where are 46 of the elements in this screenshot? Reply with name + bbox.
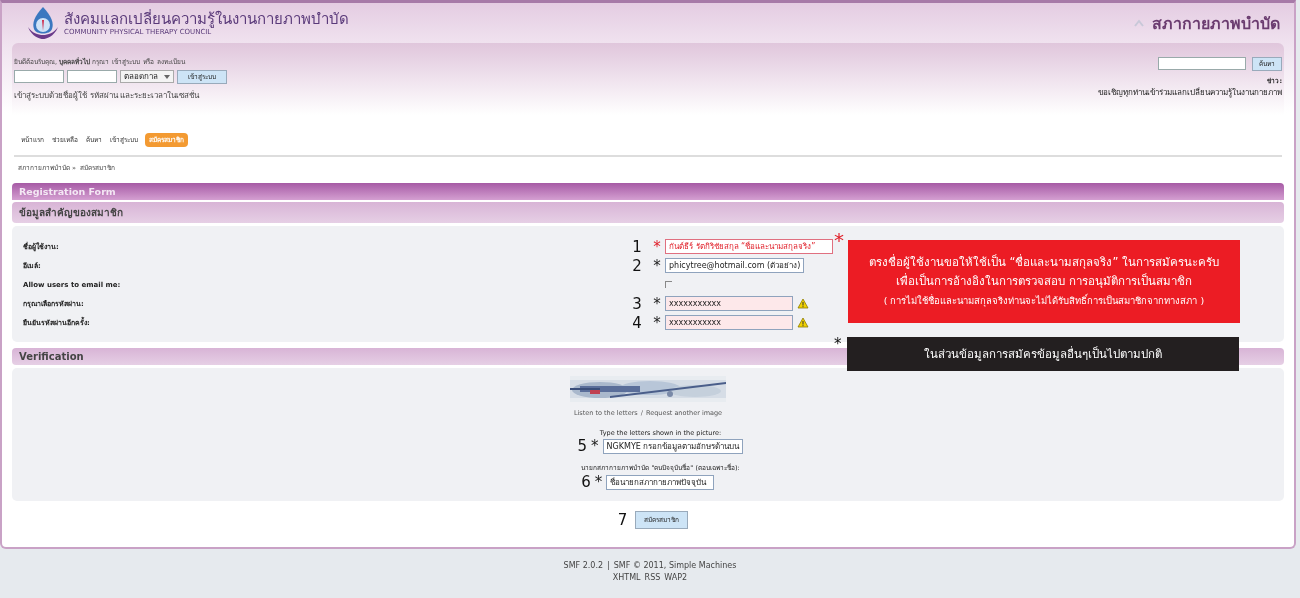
warning-icon xyxy=(797,317,809,328)
search-field[interactable] xyxy=(1158,57,1246,70)
annotation-text: ตรงชื่อผู้ใช้งานขอให้ใช้เป็น “ชื่อและนามสกุลจริง” ในการสมัครนะครับ xyxy=(868,253,1220,271)
session-select[interactable]: ตลอดกาล xyxy=(120,70,174,83)
required-asterisk: * xyxy=(652,313,662,332)
annotation-text: ( การไม่ใช้ชื่อและนามสกุลจริงท่านจะไม่ได้รับสิทธิ์การเป็นสมาชิกจากทางสภา ) xyxy=(883,292,1205,309)
footer-link[interactable]: XHTML xyxy=(612,573,641,582)
input-field[interactable]: ชื่อนายกสภากายภาพปัจจุบัน xyxy=(606,474,715,490)
footer-separator: | xyxy=(607,561,610,570)
annotation-text: ในส่วนข้อมูลการสมัครข้อมูลอื่นๆเป็นไปตามปกติ xyxy=(924,345,1162,363)
checkbox[interactable] xyxy=(665,281,672,288)
forum-title: สภากายภาพบำบัด xyxy=(1152,12,1280,35)
required-asterisk: * xyxy=(652,237,662,256)
site-title: สังคมแลกเปลี่ยนความรู้ในงานกายภาพบำบัด xyxy=(64,10,349,28)
required-asterisk: * xyxy=(594,473,603,491)
input-field[interactable]: xxxxxxxxxxx xyxy=(665,315,793,330)
step-number: 3 xyxy=(631,294,643,313)
step-number: 6 xyxy=(581,473,591,491)
annotation-asterisk: * xyxy=(834,230,844,250)
step-number: 5 xyxy=(577,437,588,455)
section-title-bar: ข้อมูลสำคัญของสมาชิก xyxy=(12,202,1284,223)
step-number: 7 xyxy=(617,511,628,529)
footer-link[interactable]: SMF © 2011, Simple Machines xyxy=(613,561,737,570)
logo-icon xyxy=(26,5,60,41)
footer-link[interactable]: WAP2 xyxy=(664,573,688,582)
input-field[interactable]: NGKMYE กรอกข้อมูลตามอักษรด้านบน xyxy=(602,438,744,454)
footer-link[interactable]: RSS xyxy=(644,573,661,582)
warning-icon xyxy=(797,298,809,309)
input-field[interactable]: กันต์ธีร์ รัตกิริชัยสกุล “ชื่อและนามสกุลจริง” xyxy=(665,239,833,254)
form-title-bar: Registration Form xyxy=(12,183,1284,200)
required-asterisk: * xyxy=(652,294,662,313)
dropdown-icon xyxy=(164,74,170,79)
news-text: ขอเชิญทุกท่านเข้าร่วมแลกเปลี่ยนความรู้ในงานกายภาพ xyxy=(1098,86,1282,99)
required-asterisk: * xyxy=(652,256,662,275)
username-field[interactable] xyxy=(14,70,64,83)
input-field[interactable]: phicytree@hotmail.com (ตัวอย่าง) xyxy=(665,258,805,273)
step-number: 2 xyxy=(631,256,643,275)
collapse-icon xyxy=(1134,19,1144,27)
password-field[interactable] xyxy=(67,70,117,83)
footer-link[interactable]: SMF 2.0.2 xyxy=(563,561,604,570)
login-hint: เข้าสู่ระบบด้วยชื่อผู้ใช้ รหัสผ่าน และระยะเวลาในเซสชั่น xyxy=(14,89,201,102)
required-asterisk: * xyxy=(591,437,599,455)
step-number: 1 xyxy=(631,237,643,256)
input-field[interactable]: xxxxxxxxxxx xyxy=(665,296,793,311)
step-number: 4 xyxy=(631,313,643,332)
annotation-text: เพื่อเป็นการอ้างอิงในการตรวจสอบ การอนุมัติการเป็นสมาชิก xyxy=(896,272,1192,290)
